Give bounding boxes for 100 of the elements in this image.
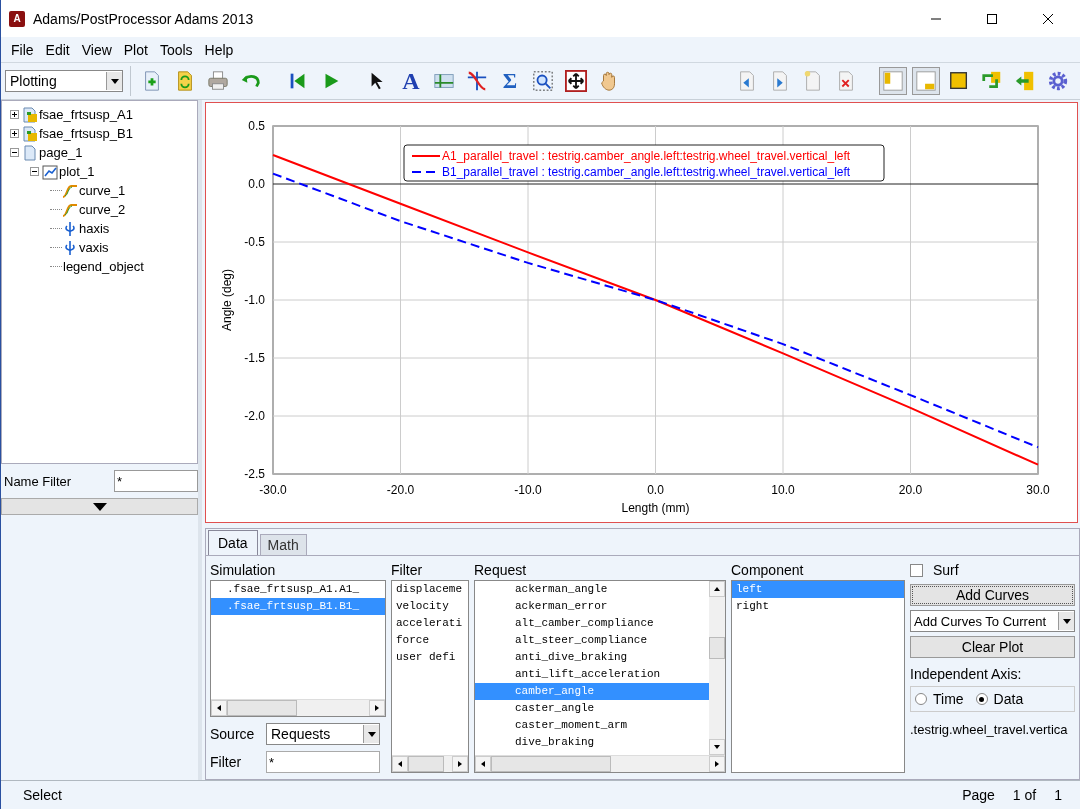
axis-icon bbox=[62, 220, 78, 237]
scroll-right-icon[interactable] bbox=[714, 761, 720, 767]
list-item[interactable]: alt_steer_compliance bbox=[475, 632, 709, 649]
x-tick-label: -20.0 bbox=[386, 483, 415, 497]
square-icon bbox=[948, 70, 970, 92]
list-item[interactable]: dive_braking bbox=[475, 734, 709, 751]
tree-item[interactable]: curve_1 bbox=[78, 183, 126, 198]
text-tool-button[interactable]: A bbox=[397, 67, 425, 95]
tree-item[interactable]: vaxis bbox=[78, 240, 109, 255]
list-item[interactable]: anti_dive_braking bbox=[475, 649, 709, 666]
model-icon bbox=[22, 125, 38, 142]
scroll-left-icon[interactable] bbox=[397, 761, 403, 767]
menu-item[interactable]: File bbox=[5, 41, 40, 58]
add-curves-button[interactable]: Add Curves bbox=[910, 584, 1075, 606]
list-item[interactable]: right bbox=[732, 598, 904, 615]
simulation-label: Simulation bbox=[210, 561, 277, 580]
tree-item[interactable]: haxis bbox=[78, 221, 110, 236]
radio-label: Data bbox=[993, 691, 1024, 707]
list-item[interactable]: velocity bbox=[392, 598, 468, 615]
list-item[interactable]: caster_moment_arm bbox=[475, 717, 709, 734]
surf-label: Surf bbox=[933, 562, 959, 578]
sum-tool-button[interactable]: Σ bbox=[496, 67, 524, 95]
clear-plot-button[interactable]: Clear Plot bbox=[910, 636, 1075, 658]
tab[interactable]: Math bbox=[259, 534, 307, 555]
mode-dropdown[interactable]: Plotting bbox=[5, 70, 123, 92]
expand-icon[interactable] bbox=[10, 129, 19, 138]
name-filter-field[interactable]: * bbox=[114, 470, 198, 492]
y-tick-label: -1.0 bbox=[244, 293, 265, 307]
model-icon bbox=[22, 106, 38, 123]
caret-icon bbox=[1062, 618, 1071, 624]
scrollbar[interactable] bbox=[475, 755, 725, 772]
menu-item[interactable]: Plot bbox=[117, 41, 154, 58]
maximize-icon[interactable] bbox=[986, 12, 998, 25]
down-triangle-icon bbox=[92, 502, 107, 511]
list-item[interactable]: anti_lift_acceleration bbox=[475, 666, 709, 683]
scroll-right-icon[interactable] bbox=[457, 761, 463, 767]
radio-button[interactable] bbox=[915, 693, 927, 705]
menu-item[interactable]: Tools bbox=[153, 41, 199, 58]
status-message: Select bbox=[23, 787, 62, 803]
request-label: Request bbox=[474, 561, 528, 580]
scroll-right-icon[interactable] bbox=[374, 705, 380, 711]
page-icon bbox=[22, 144, 38, 161]
scrollbar[interactable] bbox=[211, 699, 385, 716]
scroll-thumb[interactable] bbox=[709, 637, 725, 659]
name-filter-label: Name Filter bbox=[4, 473, 72, 489]
collapse-icon[interactable] bbox=[30, 167, 39, 176]
page-total: 1 bbox=[1054, 787, 1062, 803]
tree-item[interactable]: page_1 bbox=[38, 145, 83, 160]
filter-field[interactable]: * bbox=[266, 751, 380, 773]
add-mode-dropdown[interactable]: Add Curves To Current bbox=[910, 610, 1075, 632]
list-item[interactable]: user defi bbox=[392, 649, 468, 666]
caret-icon bbox=[110, 78, 119, 84]
scroll-up-icon[interactable] bbox=[714, 586, 720, 592]
scroll-left-icon[interactable] bbox=[480, 761, 486, 767]
x-tick-label: 30.0 bbox=[1026, 483, 1050, 497]
list-item[interactable]: force bbox=[392, 632, 468, 649]
list-item[interactable]: ackerman_error bbox=[475, 598, 709, 615]
toolbar-button[interactable] bbox=[562, 67, 590, 95]
source-dropdown[interactable]: Requests bbox=[266, 723, 380, 745]
printer-icon bbox=[207, 70, 229, 92]
tree-item[interactable]: plot_1 bbox=[58, 164, 95, 179]
menu-item[interactable]: Edit bbox=[39, 41, 76, 58]
list-item[interactable]: caster_angle bbox=[475, 700, 709, 717]
radio-button[interactable] bbox=[975, 693, 988, 705]
list-item[interactable]: accelerati bbox=[392, 615, 468, 632]
independent-axis-label: Independent Axis: bbox=[910, 666, 1023, 682]
tree-item[interactable]: fsae_frtsusp_B1 bbox=[38, 126, 133, 141]
curve-icon bbox=[62, 182, 78, 199]
scroll-thumb[interactable] bbox=[491, 756, 611, 772]
y-tick-label: -2.5 bbox=[244, 467, 265, 481]
x-tick-label: 10.0 bbox=[771, 483, 795, 497]
scrollbar[interactable] bbox=[392, 755, 468, 772]
legend-label: A1_parallel_travel : testrig.camber_angle.left:testrig.wheel_travel.vertical_left bbox=[442, 149, 851, 163]
scroll-left-icon[interactable] bbox=[216, 705, 222, 711]
plot-icon bbox=[42, 163, 58, 180]
list-item[interactable]: alt_camber_compliance bbox=[475, 615, 709, 632]
list-item[interactable]: displaceme bbox=[392, 581, 468, 598]
tab[interactable]: Data bbox=[208, 530, 258, 555]
radio-label: Time bbox=[933, 691, 964, 707]
curve-icon bbox=[466, 70, 488, 92]
list-item[interactable]: ackerman_angle bbox=[475, 581, 709, 598]
tree-item[interactable]: fsae_frtsusp_A1 bbox=[38, 107, 133, 122]
layout-icon bbox=[915, 70, 937, 92]
scroll-down-icon[interactable] bbox=[714, 744, 720, 750]
tree-item[interactable]: curve_2 bbox=[78, 202, 126, 217]
x-tick-label: -10.0 bbox=[514, 483, 542, 497]
expand-icon[interactable] bbox=[10, 110, 19, 119]
menu-item[interactable]: Help bbox=[198, 41, 240, 58]
scroll-thumb[interactable] bbox=[408, 756, 444, 772]
scrollbar[interactable] bbox=[709, 581, 725, 755]
scroll-thumb[interactable] bbox=[227, 700, 297, 716]
menu-item[interactable]: View bbox=[75, 41, 118, 58]
checkbox[interactable] bbox=[910, 563, 923, 577]
close-icon[interactable] bbox=[1042, 12, 1054, 25]
collapse-icon[interactable] bbox=[10, 148, 19, 157]
tree-item[interactable]: legend_object bbox=[62, 259, 144, 274]
x-tick-label: -30.0 bbox=[259, 483, 287, 497]
y-tick-label: -0.5 bbox=[244, 235, 265, 249]
settings-icon bbox=[1047, 70, 1069, 92]
list-item[interactable]: .fsae_frtsusp_A1.A1_ bbox=[211, 581, 385, 598]
